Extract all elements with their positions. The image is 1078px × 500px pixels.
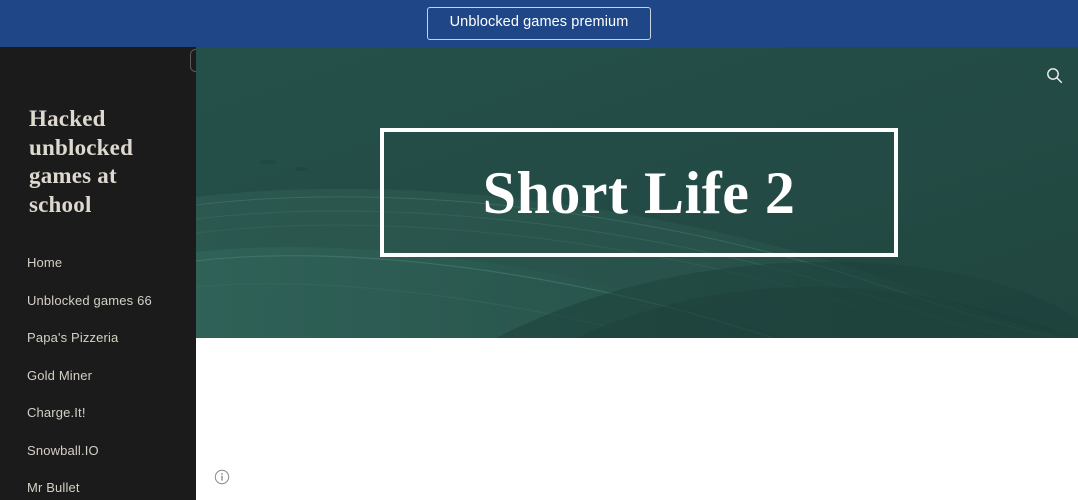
- sidebar-item-label: Mr Bullet: [27, 480, 80, 496]
- hero-banner: Short Life 2: [196, 47, 1078, 338]
- hero-title: Short Life 2: [482, 159, 796, 226]
- sidebar-item-label: Charge.It!: [27, 405, 86, 421]
- sidebar-item-unblocked-games-66[interactable]: Unblocked games 66: [0, 282, 196, 320]
- sidebar-item-papas-pizzeria[interactable]: Papa's Pizzeria: [0, 319, 196, 357]
- hero-title-box: Short Life 2: [380, 128, 898, 257]
- site-title: Hacked unblocked games at school: [29, 106, 134, 217]
- sidebar-item-label: Gold Miner: [27, 367, 93, 383]
- sidebar-item-mr-bullet[interactable]: Mr Bullet: [0, 469, 196, 500]
- sidebar: Hacked unblocked games at school Home Un…: [0, 47, 196, 500]
- sidebar-item-label: Snowball.IO: [27, 442, 99, 458]
- sidebar-item-home[interactable]: Home: [0, 244, 196, 282]
- sidebar-item-charge-it[interactable]: Charge.It!: [0, 394, 196, 432]
- sidebar-item-label: Home: [27, 255, 63, 271]
- sidebar-item-label: Papa's Pizzeria: [27, 330, 119, 346]
- search-icon[interactable]: [1040, 61, 1068, 89]
- content-area: [196, 338, 1078, 500]
- sidebar-item-label: Unblocked games 66: [27, 292, 152, 308]
- sidebar-item-gold-miner[interactable]: Gold Miner: [0, 357, 196, 395]
- sidebar-item-snowball-io[interactable]: Snowball.IO: [0, 432, 196, 470]
- info-circle-icon[interactable]: [214, 469, 230, 485]
- sidebar-nav: Home Unblocked games 66 Papa's Pizzeria …: [0, 244, 196, 500]
- unblocked-games-premium-button[interactable]: Unblocked games premium: [426, 7, 652, 40]
- page-root: Unblocked games premium Hacked unblocked…: [0, 0, 1078, 500]
- promo-banner: Unblocked games premium: [0, 0, 1078, 47]
